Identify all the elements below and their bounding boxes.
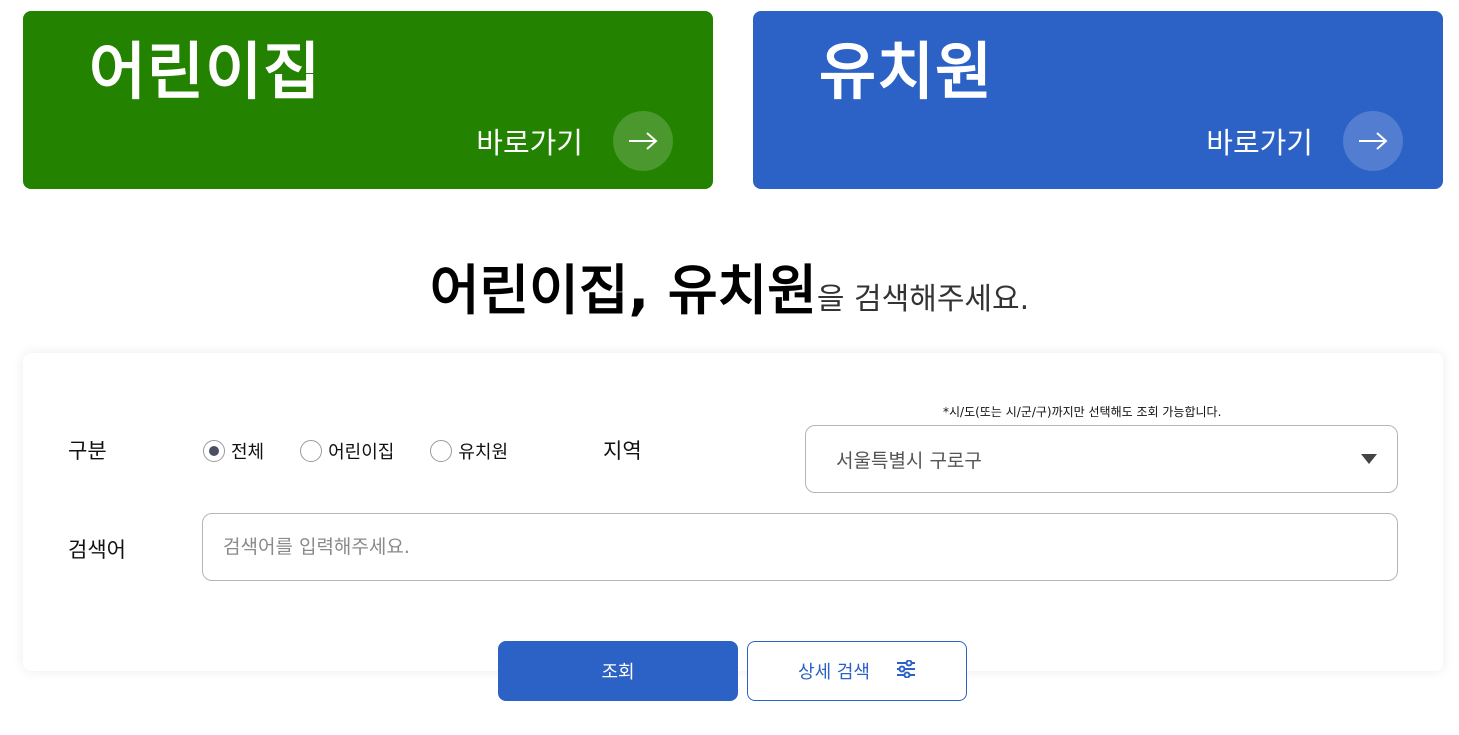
radio-kindergarten-label: 유치원 xyxy=(458,442,509,463)
type-radio-group: 전체 어린이집 유치원 xyxy=(203,438,544,464)
keyword-input[interactable] xyxy=(202,513,1398,581)
radio-kindergarten-circle[interactable] xyxy=(430,440,453,462)
kindergarten-go-link[interactable]: 바로가기 xyxy=(1206,111,1403,171)
sliders-icon xyxy=(896,659,916,683)
type-label: 구분 xyxy=(68,439,107,463)
radio-all[interactable]: 전체 xyxy=(203,438,264,464)
advanced-search-label: 상세 검색 xyxy=(798,662,870,683)
search-panel: 구분 전체 어린이집 유치원 지역 *시/도(또는 시/군/구)까지만 선택해도… xyxy=(23,353,1443,671)
daycare-go-link[interactable]: 바로가기 xyxy=(476,111,673,171)
arrow-right-icon[interactable] xyxy=(1343,111,1403,171)
kindergarten-card-title: 유치원 xyxy=(819,35,994,108)
headline-light: 을 검색해주세요. xyxy=(816,282,1030,317)
radio-all-label: 전체 xyxy=(231,442,265,463)
arrow-right-icon[interactable] xyxy=(613,111,673,171)
advanced-search-button[interactable]: 상세 검색 xyxy=(747,641,967,701)
radio-daycare-circle[interactable] xyxy=(300,440,323,462)
page-headline: 어린이집, 유치원을 검색해주세요. xyxy=(0,246,1459,325)
kindergarten-go-label: 바로가기 xyxy=(1206,126,1313,160)
headline-strong: 어린이집, 유치원 xyxy=(429,259,817,322)
keyword-label: 검색어 xyxy=(68,538,126,562)
radio-daycare-label: 어린이집 xyxy=(328,442,395,463)
daycare-card[interactable]: 어린이집 바로가기 xyxy=(23,11,713,189)
search-button[interactable]: 조회 xyxy=(498,641,738,701)
daycare-go-label: 바로가기 xyxy=(476,126,583,160)
radio-all-circle[interactable] xyxy=(203,440,225,462)
search-button-label: 조회 xyxy=(601,662,635,683)
chevron-down-icon[interactable] xyxy=(1361,454,1377,464)
region-note: *시/도(또는 시/군/구)까지만 선택해도 조회 가능합니다. xyxy=(943,405,1222,419)
radio-daycare[interactable]: 어린이집 xyxy=(300,438,394,464)
radio-kindergarten[interactable]: 유치원 xyxy=(430,438,508,464)
region-select-value: 서울특별시 구로구 xyxy=(836,449,982,472)
region-label: 지역 xyxy=(603,439,642,463)
kindergarten-card[interactable]: 유치원 바로가기 xyxy=(753,11,1443,189)
region-select[interactable]: 서울특별시 구로구 xyxy=(805,425,1398,493)
daycare-card-title: 어린이집 xyxy=(89,35,322,108)
